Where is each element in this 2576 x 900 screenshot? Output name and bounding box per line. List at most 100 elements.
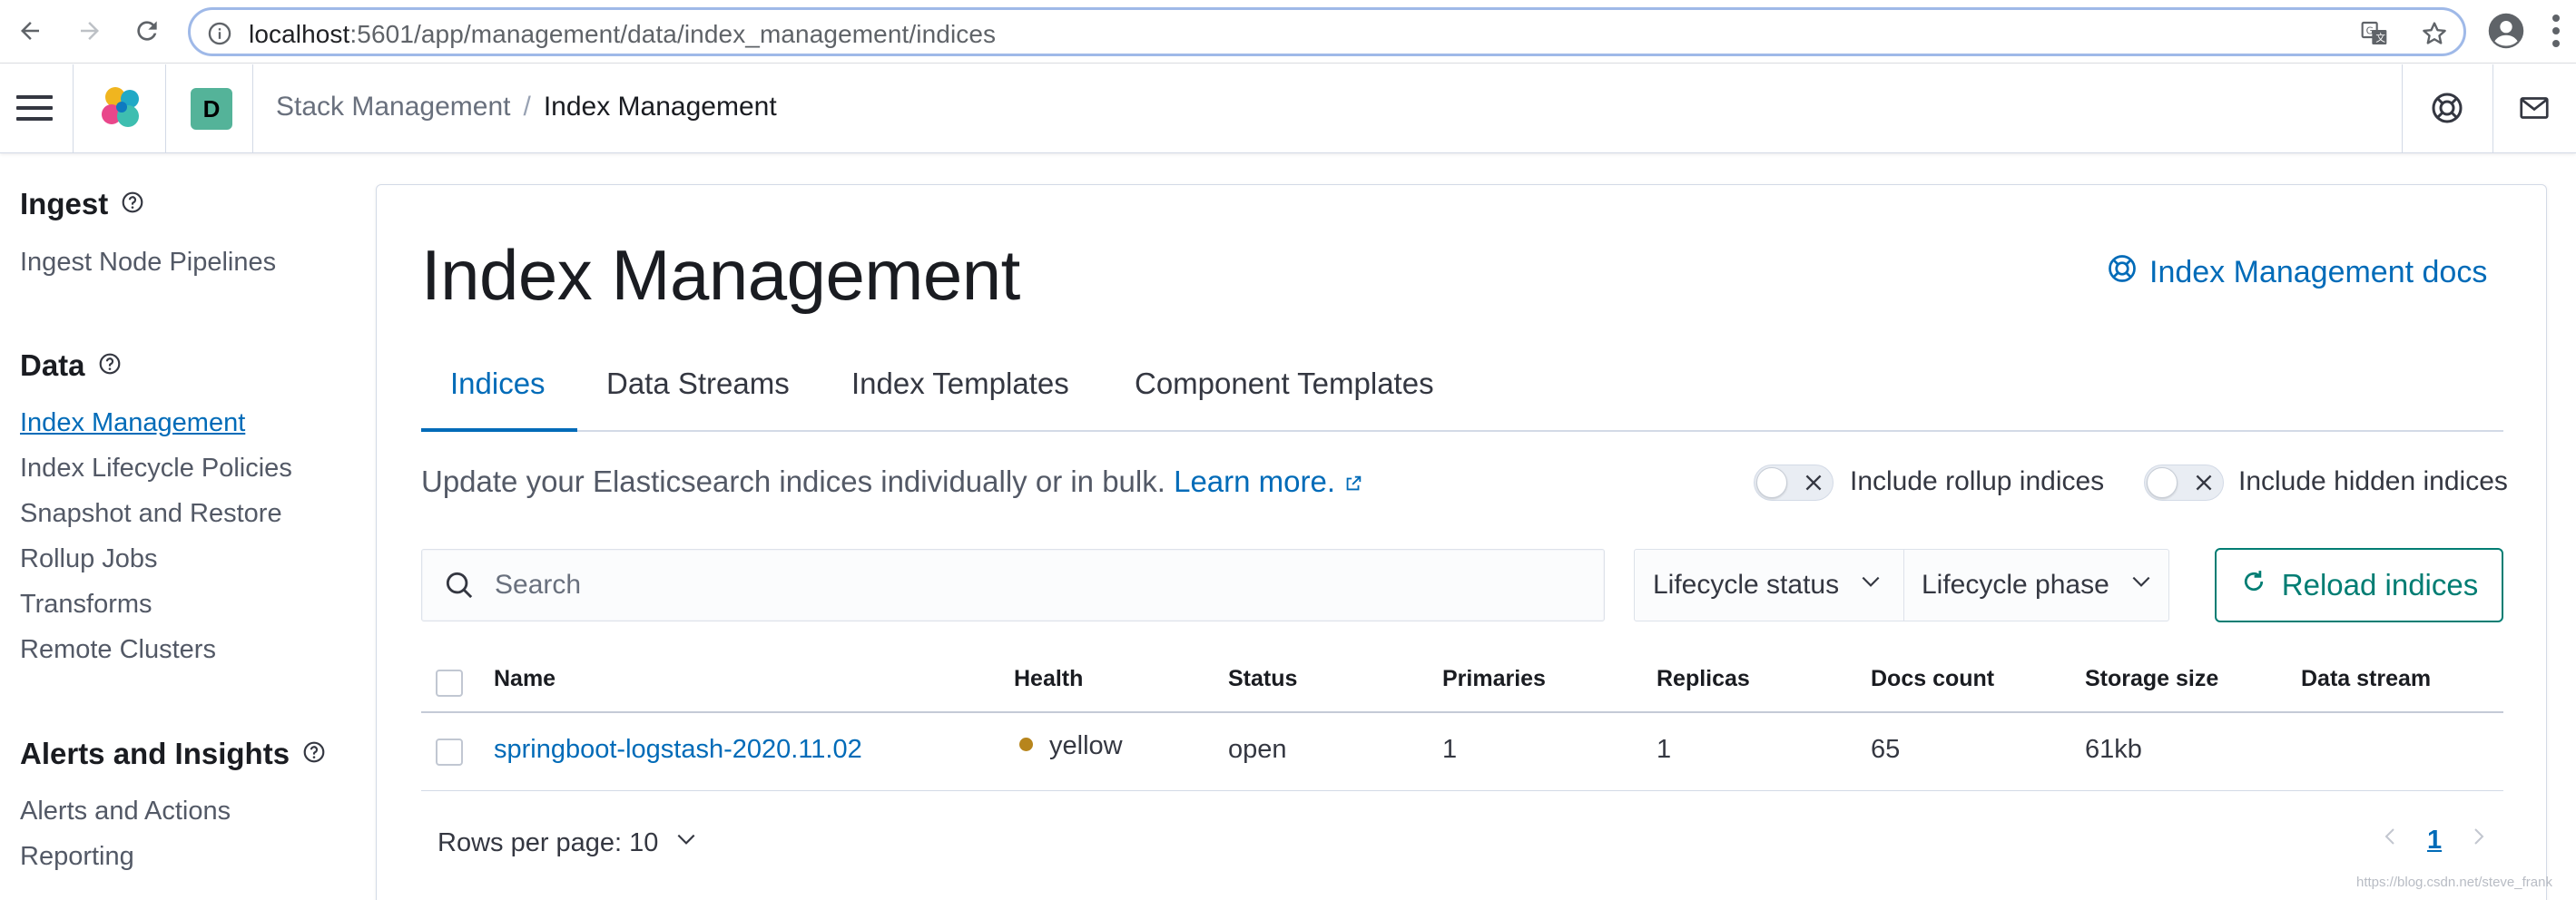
learn-more-label: Learn more. bbox=[1174, 465, 1336, 498]
sidebar-section-data: Data bbox=[20, 348, 122, 383]
reload-indices-label: Reload indices bbox=[2281, 568, 2479, 602]
watermark: https://blog.csdn.net/steve_frank bbox=[2356, 875, 2552, 890]
forward-arrow-icon[interactable] bbox=[71, 12, 109, 50]
sidebar-item-transforms[interactable]: Transforms bbox=[20, 590, 152, 620]
sidebar-item-ingest-node-pipelines[interactable]: Ingest Node Pipelines bbox=[20, 248, 276, 278]
toggle-knob bbox=[2147, 467, 2178, 498]
rollup-indices-toggle[interactable] bbox=[1754, 465, 1834, 501]
rows-per-page-button[interactable]: Rows per page: 10 bbox=[438, 827, 698, 858]
chevron-down-icon bbox=[2129, 570, 2153, 601]
translate-icon[interactable]: G文 bbox=[2360, 19, 2389, 53]
reload-indices-button[interactable]: Reload indices bbox=[2215, 548, 2503, 622]
kebab-menu-icon[interactable] bbox=[2551, 13, 2561, 54]
learn-more-link[interactable]: Learn more. bbox=[1174, 465, 1363, 498]
url-text[interactable]: localhost:5601/app/management/data/index… bbox=[249, 20, 996, 49]
breadcrumb-separator: / bbox=[523, 92, 531, 122]
page-title: Index Management bbox=[421, 235, 1020, 315]
back-arrow-icon[interactable] bbox=[11, 12, 49, 50]
sidebar-item-snapshot-and-restore[interactable]: Snapshot and Restore bbox=[20, 499, 282, 529]
replicas-cell: 1 bbox=[1657, 735, 1672, 764]
tab-data-streams[interactable]: Data Streams bbox=[606, 367, 790, 401]
pagination: 1 bbox=[2380, 824, 2489, 856]
search-icon bbox=[442, 568, 477, 607]
breadcrumb-index-management: Index Management bbox=[543, 92, 777, 122]
filter-group: Lifecycle status Lifecycle phase bbox=[1634, 549, 2169, 621]
column-header-replicas[interactable]: Replicas bbox=[1657, 666, 1750, 692]
lifecycle-phase-filter[interactable]: Lifecycle phase bbox=[1922, 550, 2153, 621]
health-value: yellow bbox=[1049, 731, 1123, 760]
space-avatar[interactable]: D bbox=[191, 88, 232, 130]
sidebar-item-alerts-and-actions[interactable]: Alerts and Actions bbox=[20, 797, 231, 827]
row-checkbox[interactable] bbox=[436, 739, 463, 766]
chevron-left-icon[interactable] bbox=[2380, 824, 2402, 856]
help-icon[interactable] bbox=[2429, 90, 2465, 131]
sidebar-item-rollup-jobs[interactable]: Rollup Jobs bbox=[20, 544, 158, 574]
mail-icon[interactable] bbox=[2518, 92, 2551, 129]
column-header-storage-size[interactable]: Storage size bbox=[2085, 666, 2218, 692]
profile-icon[interactable] bbox=[2487, 12, 2525, 54]
sidebar-item-index-lifecycle-policies[interactable]: Index Lifecycle Policies bbox=[20, 454, 292, 484]
hamburger-icon[interactable] bbox=[16, 95, 53, 122]
rows-per-page-label: Rows per page: 10 bbox=[438, 827, 659, 857]
breadcrumb-stack-management[interactable]: Stack Management bbox=[276, 92, 510, 122]
column-header-name[interactable]: Name bbox=[494, 666, 556, 692]
chevron-down-icon bbox=[1859, 570, 1883, 601]
sidebar-heading-ingest: Ingest bbox=[20, 187, 109, 220]
column-header-primaries[interactable]: Primaries bbox=[1442, 666, 1546, 692]
address-bar[interactable]: localhost:5601/app/management/data/index… bbox=[188, 7, 2466, 56]
table-header: Name Health Status Primaries Replicas Do… bbox=[421, 651, 2503, 713]
status-cell: open bbox=[1228, 735, 1287, 764]
health-cell: yellow bbox=[1019, 731, 1123, 761]
hidden-indices-toggle[interactable] bbox=[2144, 465, 2224, 501]
toggle-knob bbox=[1756, 467, 1787, 498]
sidebar-item-remote-clusters[interactable]: Remote Clusters bbox=[20, 635, 216, 665]
reload-icon[interactable] bbox=[128, 12, 166, 50]
table-row: springboot-logstash-2020.11.02 yellow op… bbox=[421, 715, 2503, 791]
column-header-health[interactable]: Health bbox=[1014, 666, 1083, 692]
primaries-cell: 1 bbox=[1442, 735, 1458, 764]
chevron-right-icon[interactable] bbox=[2467, 824, 2489, 856]
search-box bbox=[421, 549, 1605, 621]
hidden-indices-label: Include hidden indices bbox=[2238, 466, 2508, 496]
column-header-docs-count[interactable]: Docs count bbox=[1871, 666, 1994, 692]
docs-help-icon bbox=[2106, 252, 2138, 293]
lifecycle-phase-label: Lifecycle phase bbox=[1922, 570, 2109, 600]
search-input[interactable] bbox=[495, 550, 1584, 621]
chevron-down-icon bbox=[674, 827, 698, 858]
page-number[interactable]: 1 bbox=[2427, 826, 2442, 856]
docs-count-cell: 65 bbox=[1871, 735, 1901, 764]
url-host: localhost bbox=[249, 20, 350, 48]
question-circle-icon[interactable] bbox=[302, 740, 326, 768]
sidebar-item-index-management[interactable]: Index Management bbox=[20, 408, 245, 438]
star-icon[interactable] bbox=[2420, 19, 2449, 53]
svg-text:文: 文 bbox=[2375, 33, 2385, 44]
browser-toolbar: localhost:5601/app/management/data/index… bbox=[0, 0, 2576, 64]
management-sidebar: Ingest Ingest Node Pipelines Data Index … bbox=[0, 154, 372, 900]
kibana-logo[interactable] bbox=[100, 84, 143, 136]
health-status-dot bbox=[1019, 737, 1033, 751]
tab-component-templates[interactable]: Component Templates bbox=[1135, 367, 1434, 401]
select-all-checkbox[interactable] bbox=[436, 670, 463, 697]
close-x-icon bbox=[2192, 471, 2216, 499]
sidebar-section-alerts-insights: Alerts and Insights bbox=[20, 737, 326, 771]
question-circle-icon[interactable] bbox=[98, 352, 122, 380]
storage-size-cell: 61kb bbox=[2085, 735, 2142, 764]
tab-index-templates[interactable]: Index Templates bbox=[851, 367, 1069, 401]
page-description: Update your Elasticsearch indices indivi… bbox=[421, 465, 1363, 499]
column-header-status[interactable]: Status bbox=[1228, 666, 1297, 692]
refresh-icon bbox=[2240, 568, 2267, 602]
tab-indices[interactable]: Indices bbox=[450, 367, 546, 401]
lifecycle-status-filter[interactable]: Lifecycle status bbox=[1653, 550, 1883, 621]
sidebar-item-reporting[interactable]: Reporting bbox=[20, 842, 134, 872]
sidebar-section-ingest: Ingest bbox=[20, 187, 144, 221]
sidebar-heading-data: Data bbox=[20, 348, 85, 382]
docs-link-label: Index Management docs bbox=[2149, 255, 2488, 289]
selected-tab-indicator bbox=[421, 428, 577, 432]
docs-link[interactable]: Index Management docs bbox=[2106, 252, 2487, 293]
index-name-link[interactable]: springboot-logstash-2020.11.02 bbox=[494, 735, 862, 765]
tab-bar: Indices Data Streams Index Templates Com… bbox=[421, 356, 2503, 432]
question-circle-icon[interactable] bbox=[121, 191, 144, 219]
info-icon[interactable] bbox=[207, 21, 232, 51]
column-header-data-stream[interactable]: Data stream bbox=[2301, 666, 2431, 692]
url-path: :5601/app/management/data/index_manageme… bbox=[349, 20, 997, 48]
